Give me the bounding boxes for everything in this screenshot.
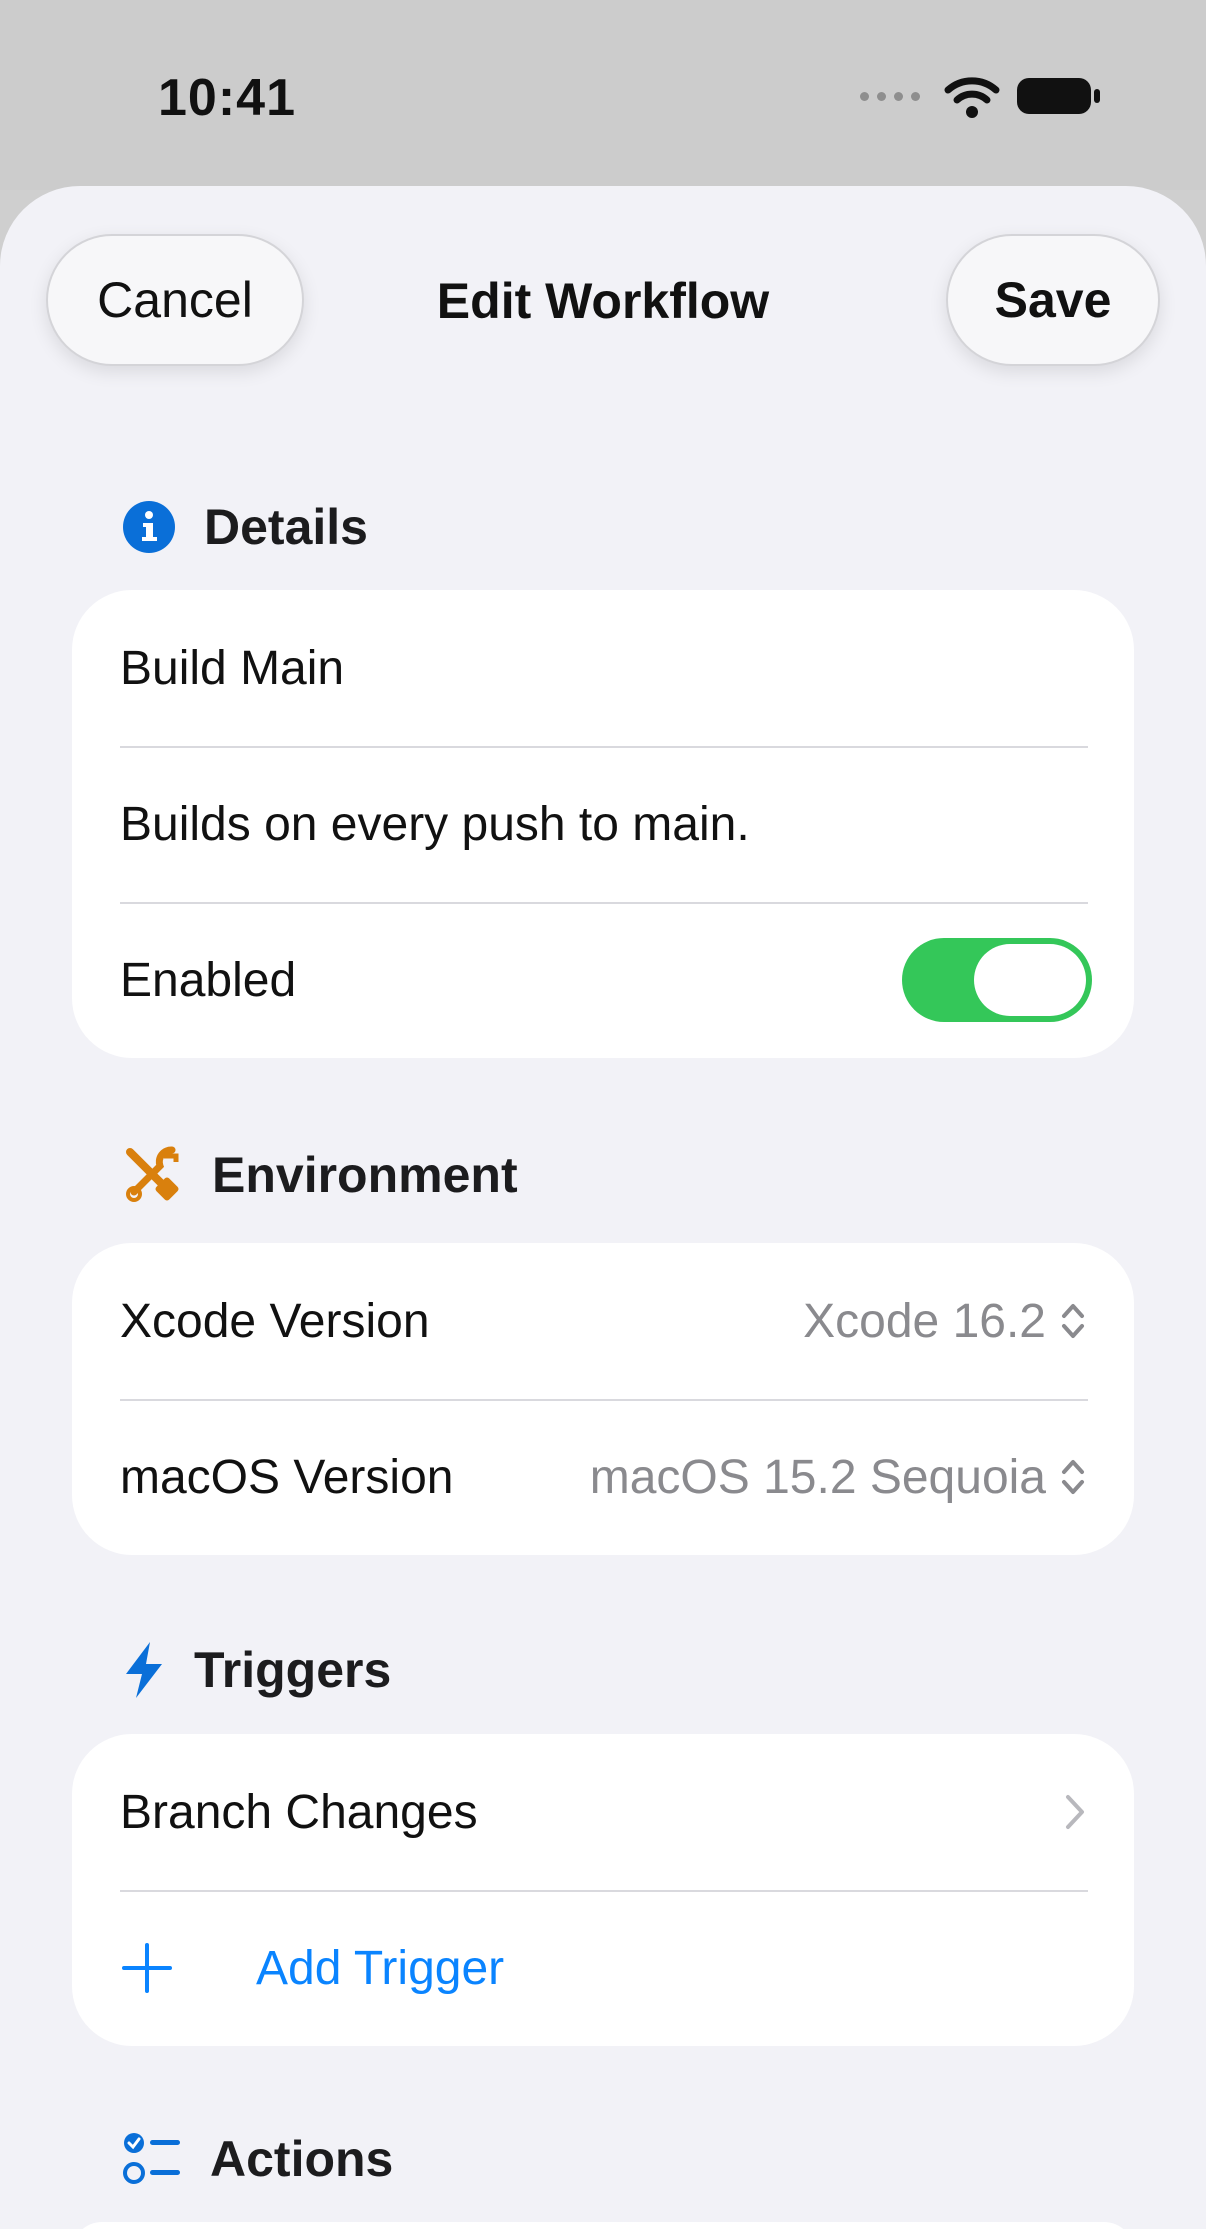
macos-version-label: macOS Version bbox=[120, 1450, 454, 1504]
workflow-name-field[interactable]: Build Main bbox=[72, 590, 1134, 746]
chevron-right-icon bbox=[1066, 1795, 1084, 1829]
environment-header-label: Environment bbox=[212, 1147, 518, 1203]
macos-version-row[interactable]: macOS Version macOS 15.2 Sequoia bbox=[72, 1399, 1134, 1555]
chevron-up-down-icon bbox=[1062, 1304, 1084, 1338]
add-trigger-button[interactable]: Add Trigger bbox=[72, 1890, 1134, 2046]
workflow-description-value: Builds on every push to main. bbox=[120, 797, 750, 851]
chevron-up-down-icon bbox=[1062, 1460, 1084, 1494]
toggle-knob bbox=[974, 944, 1086, 1016]
enabled-label: Enabled bbox=[120, 953, 297, 1007]
details-header-label: Details bbox=[204, 499, 368, 555]
wifi-icon bbox=[944, 77, 1000, 118]
xcode-version-picker[interactable]: Xcode 16.2 bbox=[803, 1294, 1086, 1349]
environment-section-header: Environment bbox=[122, 1144, 518, 1206]
checklist-icon bbox=[123, 2133, 180, 2184]
enabled-toggle[interactable] bbox=[902, 938, 1092, 1022]
macos-version-picker[interactable]: macOS 15.2 Sequoia bbox=[590, 1450, 1086, 1505]
details-card: Build Main Builds on every push to main.… bbox=[72, 590, 1134, 1058]
add-trigger-label: Add Trigger bbox=[256, 1941, 505, 1995]
status-icons bbox=[860, 74, 1102, 118]
workflow-description-field[interactable]: Builds on every push to main. bbox=[72, 746, 1134, 902]
details-section-header: Details bbox=[122, 498, 368, 556]
info-icon bbox=[123, 501, 175, 553]
triggers-section-header: Triggers bbox=[122, 1640, 391, 1700]
save-button[interactable]: Save bbox=[946, 234, 1160, 366]
actions-header-label: Actions bbox=[210, 2131, 394, 2187]
cellular-signal-icon bbox=[860, 91, 920, 101]
status-time: 10:41 bbox=[158, 69, 296, 127]
xcode-version-value: Xcode 16.2 bbox=[803, 1294, 1046, 1348]
tools-icon bbox=[126, 1146, 179, 1202]
actions-card bbox=[72, 2222, 1134, 2229]
plus-icon bbox=[122, 1943, 172, 1993]
triggers-header-label: Triggers bbox=[194, 1642, 392, 1698]
actions-section-header: Actions bbox=[122, 2130, 393, 2188]
environment-card: Xcode Version Xcode 16.2 macOS Version m… bbox=[72, 1243, 1134, 1555]
battery-icon bbox=[1017, 78, 1100, 114]
triggers-card: Branch Changes Add Trigger bbox=[72, 1734, 1134, 2046]
workflow-name-value: Build Main bbox=[120, 641, 345, 695]
enabled-row: Enabled bbox=[72, 902, 1134, 1058]
trigger-item-branch-changes[interactable]: Branch Changes bbox=[72, 1734, 1134, 1890]
trigger-item-label: Branch Changes bbox=[120, 1785, 478, 1839]
xcode-version-row[interactable]: Xcode Version Xcode 16.2 bbox=[72, 1243, 1134, 1399]
bolt-icon bbox=[126, 1642, 162, 1698]
status-bar: 10:41 bbox=[0, 0, 1206, 190]
xcode-version-label: Xcode Version bbox=[120, 1294, 430, 1348]
macos-version-value: macOS 15.2 Sequoia bbox=[589, 1450, 1046, 1504]
